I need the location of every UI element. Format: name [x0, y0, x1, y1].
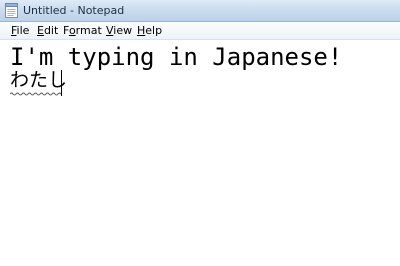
menu-view-rest: iew — [113, 24, 133, 37]
menu-view[interactable]: View — [106, 24, 132, 37]
ime-composition-underline — [10, 92, 62, 96]
text-caret — [61, 70, 62, 96]
menu-edit-rest: dit — [43, 24, 59, 37]
menu-help[interactable]: Help — [137, 24, 162, 37]
menu-edit-accel: E — [37, 24, 44, 37]
menu-format-rest: rmat — [75, 24, 102, 37]
menu-format-accel: o — [68, 24, 76, 37]
menu-help-rest: elp — [145, 24, 163, 37]
menu-edit[interactable]: Edit — [37, 24, 58, 37]
menu-file[interactable]: File — [11, 24, 29, 37]
text-editor-area[interactable]: I'm typing in Japanese! わたし — [0, 40, 400, 266]
menu-file-rest: ile — [16, 24, 30, 37]
window-title: Untitled - Notepad — [23, 4, 125, 17]
notepad-window: Untitled - Notepad File Edit Format View… — [0, 0, 400, 266]
menu-bar: File Edit Format View Help — [0, 22, 400, 40]
title-bar[interactable]: Untitled - Notepad — [0, 0, 400, 22]
menu-format[interactable]: Format — [63, 24, 102, 37]
notepad-icon — [5, 3, 18, 18]
text-line-2-ime-composition: わたし — [10, 69, 68, 91]
